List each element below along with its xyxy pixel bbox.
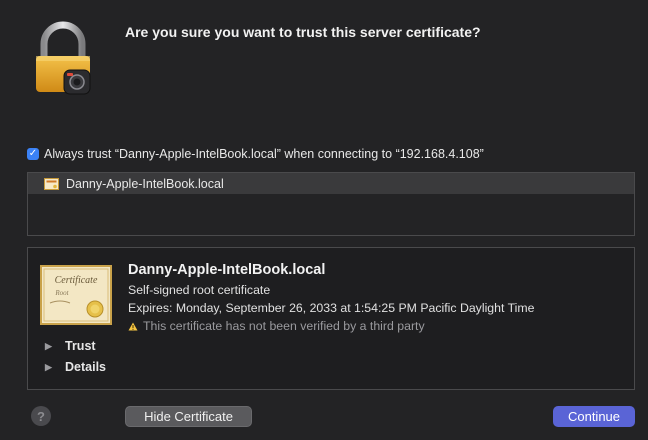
hide-certificate-button[interactable]: Hide Certificate	[125, 406, 252, 427]
always-trust-row[interactable]: ✓ Always trust “Danny-Apple-IntelBook.lo…	[27, 147, 484, 161]
certificate-icon: Certificate Root	[40, 265, 112, 325]
list-item[interactable]: Danny-Apple-IntelBook.local	[28, 173, 634, 194]
disclosure-triangle-icon[interactable]: ▶	[45, 341, 55, 352]
trust-disclosure[interactable]: ▶ Trust	[45, 339, 96, 353]
certificate-type: Self-signed root certificate	[128, 283, 271, 297]
trust-disclosure-label[interactable]: Trust	[65, 339, 96, 353]
certificate-name: Danny-Apple-IntelBook.local	[128, 262, 326, 278]
always-trust-label[interactable]: Always trust “Danny-Apple-IntelBook.loca…	[44, 147, 484, 161]
dialog-title: Are you sure you want to trust this serv…	[125, 24, 481, 40]
always-trust-checkbox[interactable]: ✓	[27, 148, 39, 160]
help-button[interactable]: ?	[31, 406, 51, 426]
details-disclosure[interactable]: ▶ Details	[45, 360, 106, 374]
certificate-icon-title: Certificate	[55, 275, 98, 286]
certificate-warning: This certificate has not been verified b…	[128, 319, 425, 333]
certificate-expiry: Expires: Monday, September 26, 2033 at 1…	[128, 301, 535, 315]
certificate-details-panel: Certificate Root Danny-Apple-IntelBook.l…	[27, 247, 635, 390]
certificate-warning-text: This certificate has not been verified b…	[143, 319, 425, 333]
warning-icon	[128, 322, 138, 330]
certificate-icon-sub: Root	[54, 289, 69, 297]
list-item-label: Danny-Apple-IntelBook.local	[66, 176, 224, 191]
lock-icon	[36, 21, 91, 95]
certificate-list: Danny-Apple-IntelBook.local	[27, 172, 635, 236]
disclosure-triangle-icon[interactable]: ▶	[45, 362, 55, 373]
details-disclosure-label[interactable]: Details	[65, 360, 106, 374]
trust-certificate-dialog: Are you sure you want to trust this serv…	[0, 0, 648, 440]
continue-button[interactable]: Continue	[553, 406, 635, 427]
certificate-icon	[44, 177, 59, 190]
